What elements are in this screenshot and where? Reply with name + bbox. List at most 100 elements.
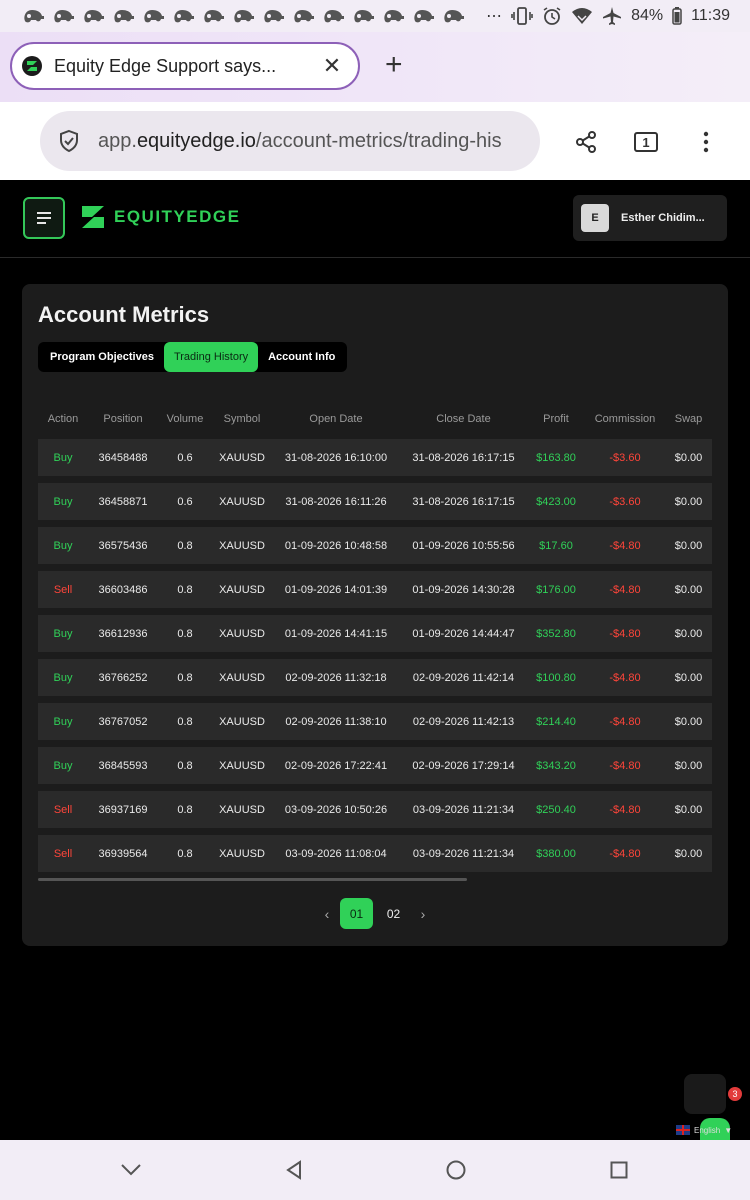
user-menu[interactable]: E Esther Chidim... bbox=[573, 195, 727, 241]
cell-close: 31-08-2026 16:17:15 bbox=[412, 451, 515, 464]
cell-action: Buy bbox=[53, 715, 73, 728]
cell-symbol: XAUUSD bbox=[219, 451, 265, 464]
cell-position: 36575436 bbox=[98, 539, 148, 552]
cell-symbol: XAUUSD bbox=[219, 715, 265, 728]
cell-action: Sell bbox=[53, 803, 73, 816]
cell-swap: $0.00 bbox=[674, 539, 703, 552]
cell-open: 01-09-2026 14:01:39 bbox=[284, 583, 388, 596]
overflow-menu-icon[interactable] bbox=[676, 122, 736, 162]
column-header: Close Date bbox=[436, 413, 491, 425]
cell-commission: -$4.80 bbox=[609, 539, 641, 552]
table-row: Buy 36612936 0.8 XAUUSD 01-09-2026 14:41:15 0… bbox=[38, 615, 712, 652]
share-icon[interactable] bbox=[556, 122, 616, 162]
cell-symbol: XAUUSD bbox=[219, 759, 265, 772]
hamburger-menu-button[interactable] bbox=[23, 197, 65, 239]
tab-trading-history[interactable]: Trading History bbox=[163, 342, 259, 372]
cell-open: 03-09-2026 10:50:26 bbox=[284, 803, 388, 816]
cell-symbol: XAUUSD bbox=[219, 671, 265, 684]
cell-profit: $176.00 bbox=[536, 583, 576, 596]
cell-position: 36458871 bbox=[98, 495, 148, 508]
battery-icon bbox=[672, 7, 682, 25]
table-row: Buy 36458871 0.6 XAUUSD 31-08-2026 16:11:26 3… bbox=[38, 483, 712, 520]
cell-profit: $17.60 bbox=[539, 539, 573, 552]
language-selector[interactable]: English ▼ bbox=[676, 1125, 732, 1135]
column-header: Symbol bbox=[223, 413, 261, 425]
browser-tab[interactable]: Equity Edge Support says... ✕ bbox=[10, 42, 360, 90]
cell-commission: -$4.80 bbox=[609, 671, 641, 684]
logo-text: EQUITYEDGE bbox=[114, 207, 241, 226]
cell-close: 03-09-2026 11:21:34 bbox=[412, 803, 515, 816]
account-metrics-card: Account Metrics Program Objectives Tradi… bbox=[22, 284, 728, 946]
cell-volume: 0.8 bbox=[177, 715, 193, 728]
cell-swap: $0.00 bbox=[674, 671, 703, 684]
address-bar[interactable]: app.equityedge.io/account-metrics/tradin… bbox=[40, 111, 540, 171]
tab-account-info[interactable]: Account Info bbox=[258, 342, 345, 372]
cell-commission: -$4.80 bbox=[609, 803, 641, 816]
browser-actions: 1 bbox=[556, 122, 736, 162]
cell-swap: $0.00 bbox=[674, 627, 703, 640]
tab-switcher-button[interactable]: 1 bbox=[616, 122, 676, 162]
table-row: Buy 36845593 0.8 XAUUSD 02-09-2026 17:22:41 0… bbox=[38, 747, 712, 784]
notification-app-icon bbox=[54, 10, 74, 23]
chat-widget-button[interactable] bbox=[684, 1074, 726, 1114]
cell-position: 36766252 bbox=[98, 671, 148, 684]
cell-volume: 0.8 bbox=[177, 803, 193, 816]
user-name: Esther Chidim... bbox=[621, 212, 705, 224]
avatar: E bbox=[581, 204, 609, 232]
notification-app-icon bbox=[234, 10, 254, 23]
cell-commission: -$4.80 bbox=[609, 759, 641, 772]
table-row: Buy 36767052 0.8 XAUUSD 02-09-2026 11:38:10 0… bbox=[38, 703, 712, 740]
notification-app-icon bbox=[264, 10, 284, 23]
recents-icon[interactable] bbox=[589, 1150, 649, 1190]
metrics-tabs: Program Objectives Trading History Accou… bbox=[38, 342, 348, 372]
table-row: Buy 36458488 0.6 XAUUSD 31-08-2026 16:10:00 3… bbox=[38, 439, 712, 476]
chevron-right-icon[interactable]: › bbox=[414, 906, 432, 922]
cell-profit: $343.20 bbox=[536, 759, 576, 772]
back-icon[interactable] bbox=[264, 1150, 324, 1190]
cell-position: 36603486 bbox=[98, 583, 148, 596]
tab-count: 1 bbox=[634, 132, 658, 152]
cell-symbol: XAUUSD bbox=[219, 495, 265, 508]
cell-open: 02-09-2026 11:32:18 bbox=[285, 671, 387, 684]
alarm-icon bbox=[543, 7, 561, 25]
cell-symbol: XAUUSD bbox=[219, 847, 265, 860]
page-button-01[interactable]: 01 bbox=[340, 898, 373, 929]
cell-open: 31-08-2026 16:11:26 bbox=[285, 495, 387, 508]
notification-app-icon bbox=[84, 10, 104, 23]
chevron-down-icon[interactable] bbox=[101, 1150, 161, 1190]
cell-symbol: XAUUSD bbox=[219, 803, 265, 816]
more-dots-icon: ⋯ bbox=[486, 8, 503, 25]
system-nav-bar bbox=[0, 1140, 750, 1200]
equityedge-logo-icon bbox=[82, 206, 104, 228]
cell-profit: $380.00 bbox=[536, 847, 576, 860]
airplane-icon bbox=[603, 7, 622, 25]
cell-action: Buy bbox=[53, 627, 73, 640]
notification-app-icon bbox=[144, 10, 164, 23]
cell-action: Buy bbox=[53, 495, 73, 508]
url-path: /account-metrics/trading-his bbox=[255, 129, 502, 152]
column-header: Volume bbox=[166, 413, 204, 425]
new-tab-button[interactable]: + bbox=[385, 50, 403, 80]
language-label: English bbox=[694, 1125, 721, 1135]
cell-symbol: XAUUSD bbox=[219, 583, 265, 596]
cell-commission: -$4.80 bbox=[609, 715, 641, 728]
caret-down-icon: ▼ bbox=[724, 1125, 733, 1135]
tab-program-objectives[interactable]: Program Objectives bbox=[40, 342, 164, 372]
cell-close: 01-09-2026 10:55:56 bbox=[412, 539, 515, 552]
chevron-left-icon[interactable]: ‹ bbox=[318, 906, 336, 922]
cell-swap: $0.00 bbox=[674, 847, 703, 860]
brand-logo[interactable]: EQUITYEDGE bbox=[80, 204, 240, 230]
cell-volume: 0.8 bbox=[177, 847, 193, 860]
cell-symbol: XAUUSD bbox=[219, 539, 265, 552]
notification-app-icon bbox=[204, 10, 224, 23]
horizontal-scrollbar[interactable] bbox=[38, 878, 467, 881]
cell-swap: $0.00 bbox=[674, 583, 703, 596]
shield-icon[interactable] bbox=[58, 129, 80, 153]
table-row: Buy 36575436 0.8 XAUUSD 01-09-2026 10:48:58 0… bbox=[38, 527, 712, 564]
home-icon[interactable] bbox=[426, 1150, 486, 1190]
page-button-02[interactable]: 02 bbox=[377, 898, 410, 929]
cell-close: 31-08-2026 16:17:15 bbox=[412, 495, 515, 508]
url-domain: equityedge.io bbox=[136, 129, 256, 152]
trading-history-table: Action Position Volume Symbol Open Date … bbox=[38, 406, 712, 872]
close-tab-icon[interactable]: ✕ bbox=[320, 53, 344, 79]
